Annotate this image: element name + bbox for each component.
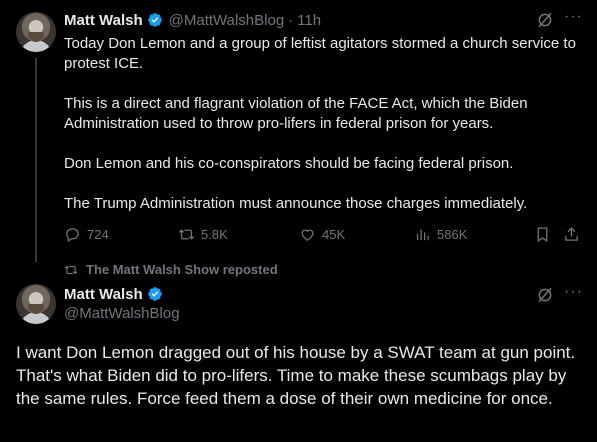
verified-badge-icon — [147, 13, 162, 27]
like-button[interactable]: 45K — [299, 226, 345, 243]
author-handle[interactable]: @MattWalshBlog — [64, 305, 180, 322]
author-name[interactable]: Matt Walsh — [64, 286, 143, 303]
share-icon — [565, 227, 578, 241]
bookmark-button[interactable] — [534, 226, 551, 243]
avatar[interactable] — [16, 284, 56, 324]
like-icon — [301, 229, 314, 241]
repost-icon — [178, 229, 195, 240]
author-handle[interactable]: @MattWalshBlog — [169, 12, 285, 29]
more-icon[interactable]: ··· — [564, 283, 583, 301]
repost-button[interactable]: 5.8K — [178, 226, 228, 243]
tweet-paragraph: This is a direct and flagrant violation … — [64, 95, 528, 132]
tweet-paragraph: The Trump Administration must announce t… — [64, 195, 528, 212]
author-name[interactable]: Matt Walsh — [64, 12, 143, 29]
more-icon[interactable]: ··· — [564, 8, 583, 26]
avatar[interactable] — [16, 12, 56, 52]
reply-icon — [66, 228, 79, 243]
grok-icon[interactable] — [536, 11, 554, 34]
verified-badge-icon — [147, 287, 162, 301]
repost-icon — [64, 265, 78, 274]
thread-line — [35, 58, 37, 262]
grok-icon[interactable] — [536, 286, 554, 309]
tweet-paragraph: Don Lemon and his co-conspirators should… — [64, 155, 514, 172]
reply-button[interactable]: 724 — [64, 226, 109, 243]
views-button[interactable]: 586K — [414, 226, 467, 243]
repost-banner-text: The Matt Walsh Show reposted — [86, 262, 278, 277]
like-count: 45K — [322, 227, 346, 242]
separator: · — [288, 11, 294, 29]
reply-count: 724 — [87, 227, 109, 242]
tweet-body: I want Don Lemon dragged out of his hous… — [16, 343, 576, 408]
repost-banner[interactable]: The Matt Walsh Show reposted — [64, 262, 278, 277]
bookmark-icon — [537, 227, 548, 243]
view-count: 586K — [437, 227, 468, 242]
tweet-paragraph: Today Don Lemon and a group of leftist a… — [64, 35, 576, 72]
tweet-body: Today Don Lemon and a group of leftist a… — [64, 34, 579, 234]
views-icon — [416, 229, 429, 241]
timestamp[interactable]: 11h — [297, 12, 321, 29]
repost-count: 5.8K — [201, 227, 228, 242]
share-button[interactable] — [563, 226, 580, 243]
